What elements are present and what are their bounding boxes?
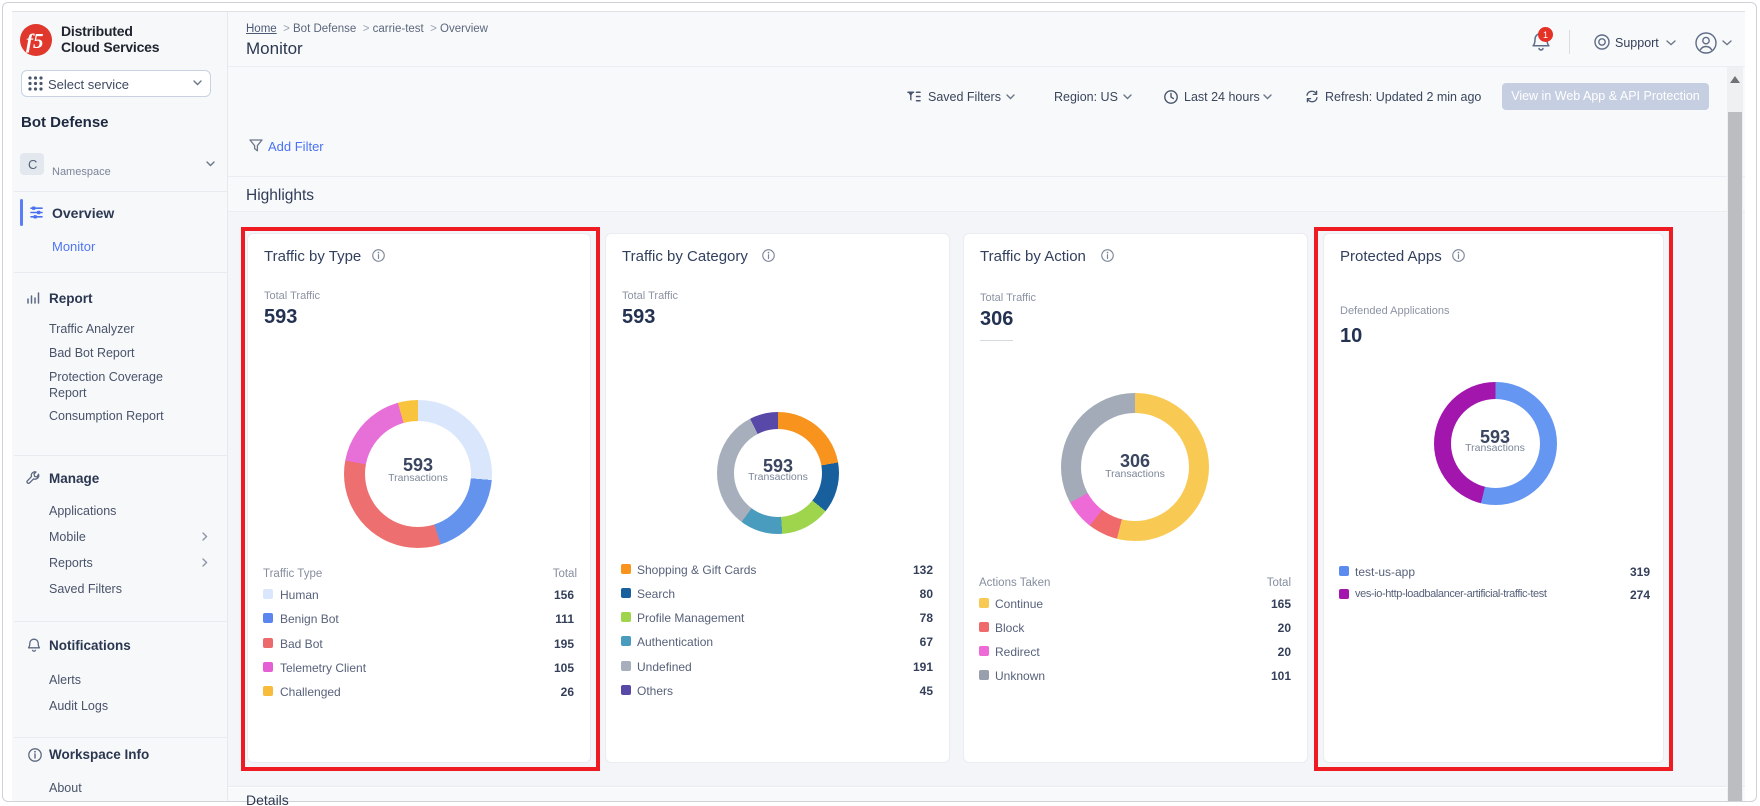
svg-text:f5: f5	[26, 29, 44, 53]
